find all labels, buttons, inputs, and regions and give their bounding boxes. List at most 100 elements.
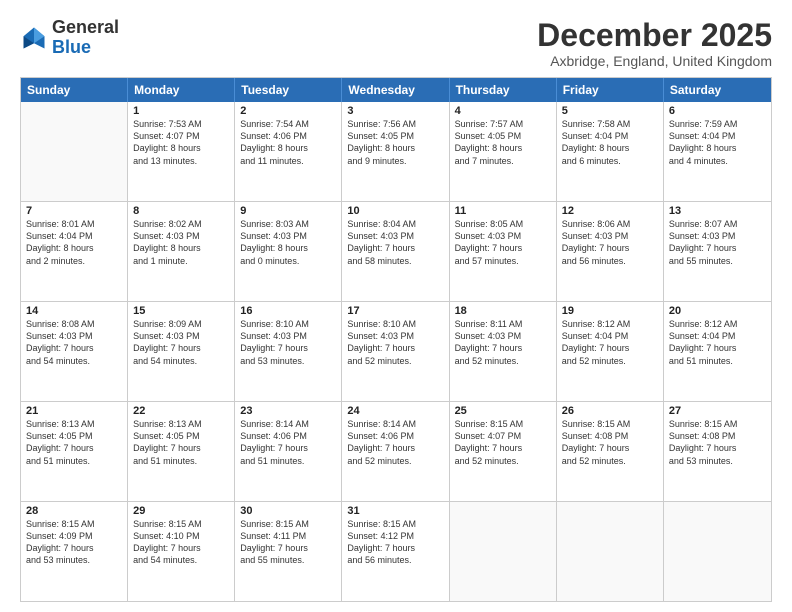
calendar-cell: 24Sunrise: 8:14 AMSunset: 4:06 PMDayligh…	[342, 402, 449, 501]
weekday-header-friday: Friday	[557, 78, 664, 102]
day-info: Sunrise: 8:03 AMSunset: 4:03 PMDaylight:…	[240, 218, 336, 267]
calendar-cell: 22Sunrise: 8:13 AMSunset: 4:05 PMDayligh…	[128, 402, 235, 501]
day-info: Sunrise: 8:12 AMSunset: 4:04 PMDaylight:…	[562, 318, 658, 367]
calendar: SundayMondayTuesdayWednesdayThursdayFrid…	[20, 77, 772, 602]
logo: General Blue	[20, 18, 119, 58]
calendar-cell: 12Sunrise: 8:06 AMSunset: 4:03 PMDayligh…	[557, 202, 664, 301]
calendar-cell: 30Sunrise: 8:15 AMSunset: 4:11 PMDayligh…	[235, 502, 342, 601]
day-number: 1	[133, 105, 229, 117]
calendar-cell: 3Sunrise: 7:56 AMSunset: 4:05 PMDaylight…	[342, 102, 449, 201]
day-number: 12	[562, 205, 658, 217]
calendar-cell: 19Sunrise: 8:12 AMSunset: 4:04 PMDayligh…	[557, 302, 664, 401]
calendar-body: 1Sunrise: 7:53 AMSunset: 4:07 PMDaylight…	[21, 102, 771, 601]
day-info: Sunrise: 7:54 AMSunset: 4:06 PMDaylight:…	[240, 118, 336, 167]
day-info: Sunrise: 8:15 AMSunset: 4:07 PMDaylight:…	[455, 418, 551, 467]
calendar-cell: 21Sunrise: 8:13 AMSunset: 4:05 PMDayligh…	[21, 402, 128, 501]
day-number: 21	[26, 405, 122, 417]
calendar-cell: 20Sunrise: 8:12 AMSunset: 4:04 PMDayligh…	[664, 302, 771, 401]
day-number: 20	[669, 305, 766, 317]
calendar-cell: 1Sunrise: 7:53 AMSunset: 4:07 PMDaylight…	[128, 102, 235, 201]
day-number: 11	[455, 205, 551, 217]
day-number: 19	[562, 305, 658, 317]
day-number: 24	[347, 405, 443, 417]
day-info: Sunrise: 8:14 AMSunset: 4:06 PMDaylight:…	[347, 418, 443, 467]
calendar-cell	[557, 502, 664, 601]
day-number: 6	[669, 105, 766, 117]
day-number: 14	[26, 305, 122, 317]
day-info: Sunrise: 8:15 AMSunset: 4:08 PMDaylight:…	[669, 418, 766, 467]
day-number: 18	[455, 305, 551, 317]
day-info: Sunrise: 8:10 AMSunset: 4:03 PMDaylight:…	[240, 318, 336, 367]
calendar-week-4: 21Sunrise: 8:13 AMSunset: 4:05 PMDayligh…	[21, 402, 771, 502]
day-number: 22	[133, 405, 229, 417]
day-number: 9	[240, 205, 336, 217]
calendar-cell: 5Sunrise: 7:58 AMSunset: 4:04 PMDaylight…	[557, 102, 664, 201]
calendar-week-3: 14Sunrise: 8:08 AMSunset: 4:03 PMDayligh…	[21, 302, 771, 402]
day-info: Sunrise: 8:04 AMSunset: 4:03 PMDaylight:…	[347, 218, 443, 267]
calendar-cell: 10Sunrise: 8:04 AMSunset: 4:03 PMDayligh…	[342, 202, 449, 301]
calendar-cell: 25Sunrise: 8:15 AMSunset: 4:07 PMDayligh…	[450, 402, 557, 501]
calendar-cell: 7Sunrise: 8:01 AMSunset: 4:04 PMDaylight…	[21, 202, 128, 301]
day-number: 30	[240, 505, 336, 517]
calendar-cell	[450, 502, 557, 601]
day-info: Sunrise: 8:14 AMSunset: 4:06 PMDaylight:…	[240, 418, 336, 467]
calendar-cell: 6Sunrise: 7:59 AMSunset: 4:04 PMDaylight…	[664, 102, 771, 201]
calendar-cell	[664, 502, 771, 601]
logo-general-text: General	[52, 17, 119, 37]
day-info: Sunrise: 8:13 AMSunset: 4:05 PMDaylight:…	[26, 418, 122, 467]
day-number: 8	[133, 205, 229, 217]
header: General Blue December 2025 Axbridge, Eng…	[20, 18, 772, 69]
day-info: Sunrise: 8:15 AMSunset: 4:11 PMDaylight:…	[240, 518, 336, 567]
weekday-header-saturday: Saturday	[664, 78, 771, 102]
calendar-cell: 9Sunrise: 8:03 AMSunset: 4:03 PMDaylight…	[235, 202, 342, 301]
day-number: 4	[455, 105, 551, 117]
day-number: 7	[26, 205, 122, 217]
day-number: 16	[240, 305, 336, 317]
day-number: 13	[669, 205, 766, 217]
calendar-cell: 17Sunrise: 8:10 AMSunset: 4:03 PMDayligh…	[342, 302, 449, 401]
calendar-cell: 16Sunrise: 8:10 AMSunset: 4:03 PMDayligh…	[235, 302, 342, 401]
day-info: Sunrise: 8:15 AMSunset: 4:12 PMDaylight:…	[347, 518, 443, 567]
day-info: Sunrise: 8:15 AMSunset: 4:08 PMDaylight:…	[562, 418, 658, 467]
day-info: Sunrise: 7:56 AMSunset: 4:05 PMDaylight:…	[347, 118, 443, 167]
day-number: 15	[133, 305, 229, 317]
weekday-header-wednesday: Wednesday	[342, 78, 449, 102]
calendar-cell: 11Sunrise: 8:05 AMSunset: 4:03 PMDayligh…	[450, 202, 557, 301]
page: General Blue December 2025 Axbridge, Eng…	[0, 0, 792, 612]
day-info: Sunrise: 8:05 AMSunset: 4:03 PMDaylight:…	[455, 218, 551, 267]
day-number: 2	[240, 105, 336, 117]
day-info: Sunrise: 8:11 AMSunset: 4:03 PMDaylight:…	[455, 318, 551, 367]
day-number: 31	[347, 505, 443, 517]
weekday-header-tuesday: Tuesday	[235, 78, 342, 102]
day-info: Sunrise: 8:06 AMSunset: 4:03 PMDaylight:…	[562, 218, 658, 267]
month-title: December 2025	[537, 18, 772, 53]
day-info: Sunrise: 7:59 AMSunset: 4:04 PMDaylight:…	[669, 118, 766, 167]
day-info: Sunrise: 8:09 AMSunset: 4:03 PMDaylight:…	[133, 318, 229, 367]
logo-icon	[20, 24, 48, 52]
day-info: Sunrise: 7:53 AMSunset: 4:07 PMDaylight:…	[133, 118, 229, 167]
calendar-cell: 18Sunrise: 8:11 AMSunset: 4:03 PMDayligh…	[450, 302, 557, 401]
day-number: 17	[347, 305, 443, 317]
calendar-cell: 8Sunrise: 8:02 AMSunset: 4:03 PMDaylight…	[128, 202, 235, 301]
day-info: Sunrise: 7:58 AMSunset: 4:04 PMDaylight:…	[562, 118, 658, 167]
weekday-header-monday: Monday	[128, 78, 235, 102]
calendar-week-5: 28Sunrise: 8:15 AMSunset: 4:09 PMDayligh…	[21, 502, 771, 601]
calendar-cell: 2Sunrise: 7:54 AMSunset: 4:06 PMDaylight…	[235, 102, 342, 201]
day-number: 26	[562, 405, 658, 417]
logo-text: General Blue	[52, 18, 119, 58]
day-info: Sunrise: 8:15 AMSunset: 4:09 PMDaylight:…	[26, 518, 122, 567]
day-info: Sunrise: 8:12 AMSunset: 4:04 PMDaylight:…	[669, 318, 766, 367]
calendar-cell: 26Sunrise: 8:15 AMSunset: 4:08 PMDayligh…	[557, 402, 664, 501]
day-info: Sunrise: 8:15 AMSunset: 4:10 PMDaylight:…	[133, 518, 229, 567]
calendar-week-1: 1Sunrise: 7:53 AMSunset: 4:07 PMDaylight…	[21, 102, 771, 202]
location: Axbridge, England, United Kingdom	[537, 53, 772, 69]
calendar-cell: 23Sunrise: 8:14 AMSunset: 4:06 PMDayligh…	[235, 402, 342, 501]
logo-blue-text: Blue	[52, 37, 91, 57]
calendar-cell: 15Sunrise: 8:09 AMSunset: 4:03 PMDayligh…	[128, 302, 235, 401]
calendar-cell: 13Sunrise: 8:07 AMSunset: 4:03 PMDayligh…	[664, 202, 771, 301]
calendar-cell	[21, 102, 128, 201]
day-info: Sunrise: 8:07 AMSunset: 4:03 PMDaylight:…	[669, 218, 766, 267]
calendar-cell: 28Sunrise: 8:15 AMSunset: 4:09 PMDayligh…	[21, 502, 128, 601]
day-info: Sunrise: 8:02 AMSunset: 4:03 PMDaylight:…	[133, 218, 229, 267]
day-number: 29	[133, 505, 229, 517]
